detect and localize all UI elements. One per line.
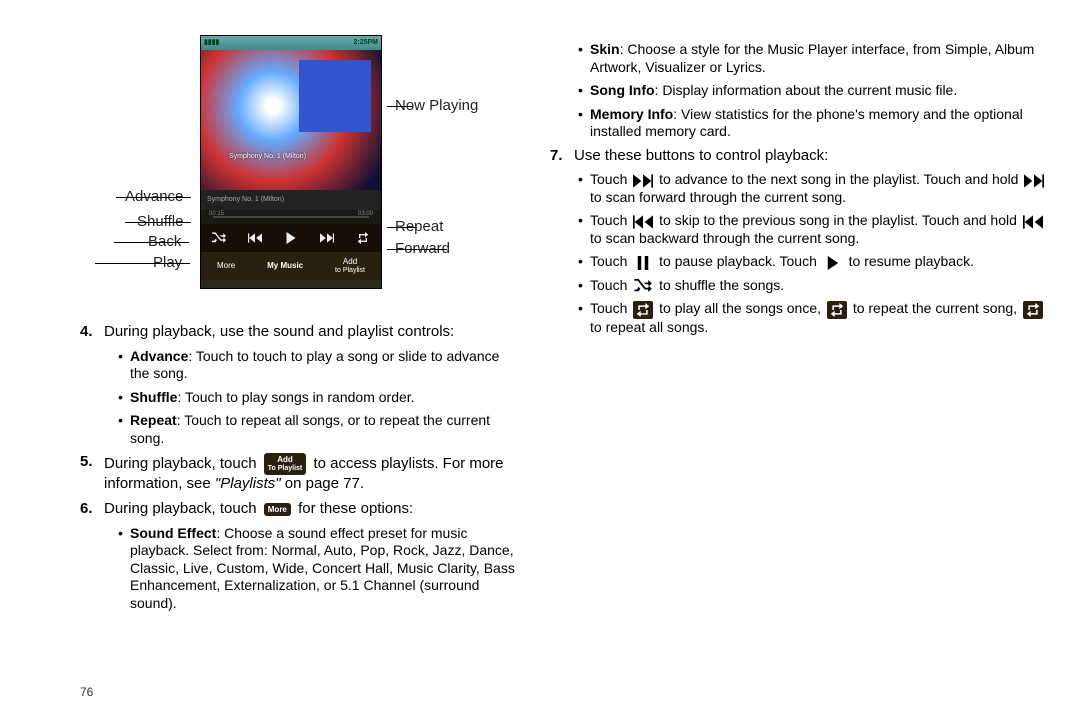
callout-advance: Advance (125, 188, 183, 207)
manual-page: ▮▮▮▮ 2:25PM Symphony No. 1 (Milton) Symp… (0, 0, 1080, 720)
step6-continued-bullets: Skin: Choose a style for the Music Playe… (578, 41, 1050, 141)
pause-icon (633, 256, 653, 270)
phone-screenshot: ▮▮▮▮ 2:25PM Symphony No. 1 (Milton) Symp… (200, 35, 382, 289)
more-button: More (264, 503, 291, 516)
bullet-song-info: Song Info: Display information about the… (578, 82, 1050, 100)
prev-icon (247, 230, 263, 246)
callout-shuffle: Shuffle (137, 213, 183, 232)
play-icon (283, 230, 299, 246)
callout-now-playing: Now Playing (395, 97, 478, 116)
elapsed-time: 00:15 (209, 211, 224, 219)
bullet-shuffle: Shuffle: Touch to play songs in random o… (118, 389, 520, 407)
callout-forward: Forward (395, 240, 450, 259)
repeat-icon (355, 230, 371, 246)
bullet-back-control: Touch to skip to the previous song in th… (578, 212, 1050, 247)
step-7: 7. Use these buttons to control playback… (550, 147, 1050, 166)
next-icon (1024, 174, 1044, 188)
softkeys: More My Music Add to Playlist (201, 252, 381, 280)
softkey-more: More (217, 261, 235, 271)
repeat-all-icon (1023, 301, 1043, 319)
seek-bar: 00:15 03:00 (201, 210, 381, 224)
bullet-advance: Advance: Touch to touch to play a song o… (118, 348, 520, 383)
step-6: 6. During playback, touch More for these… (80, 500, 520, 519)
step4-bullets: Advance: Touch to touch to play a song o… (118, 348, 520, 448)
bullet-pause-control: Touch to pause playback. Touch to resume… (578, 253, 1050, 271)
right-column: Skin: Choose a style for the Music Playe… (540, 0, 1080, 720)
step-number: 6. (80, 500, 104, 519)
phone-statusbar: ▮▮▮▮ 2:25PM (201, 36, 381, 50)
bullet-shuffle-control: Touch to shuffle the songs. (578, 277, 1050, 295)
bullet-repeat: Repeat: Touch to repeat all songs, or to… (118, 412, 520, 447)
album-art-area: Symphony No. 1 (Milton) (201, 50, 381, 190)
playlists-xref: "Playlists" (215, 475, 281, 492)
statusbar-time: 2:25PM (353, 39, 378, 48)
repeat-once-icon (633, 301, 653, 319)
prev-icon (1023, 215, 1043, 229)
bullet-forward-control: Touch to advance to the next song in the… (578, 171, 1050, 206)
step-number: 5. (80, 453, 104, 494)
step-text: Use these buttons to control playback: (574, 147, 1050, 166)
step-text: During playback, touch More for these op… (104, 500, 520, 519)
player-figure: ▮▮▮▮ 2:25PM Symphony No. 1 (Milton) Symp… (95, 35, 535, 305)
total-time: 03:00 (358, 211, 373, 219)
step6-bullets: Sound Effect: Choose a sound effect pres… (118, 525, 520, 613)
step-text: During playback, touch Add To Playlist t… (104, 453, 520, 494)
callout-repeat: Repeat (395, 218, 443, 237)
player-controls (201, 224, 381, 252)
album-title: Symphony No. 1 (Milton) (229, 153, 306, 162)
bullet-skin: Skin: Choose a style for the Music Playe… (578, 41, 1050, 76)
now-playing-thumb (299, 60, 371, 132)
play-icon (823, 256, 843, 270)
bullet-repeat-control: Touch to play all the songs once, to rep… (578, 300, 1050, 336)
shuffle-icon (211, 230, 227, 246)
callout-back: Back (148, 233, 181, 252)
page-number: 76 (80, 685, 93, 700)
statusbar-signal: ▮▮▮▮ (204, 39, 219, 48)
track-info-bar: Symphony No. 1 (Milton) (201, 190, 381, 210)
repeat-one-icon (827, 301, 847, 319)
prev-icon (633, 215, 653, 229)
next-icon (633, 174, 653, 188)
softkey-mymusic: My Music (267, 261, 303, 271)
step-text: During playback, use the sound and playl… (104, 323, 520, 342)
step-5: 5. During playback, touch Add To Playlis… (80, 453, 520, 494)
step-4: 4. During playback, use the sound and pl… (80, 323, 520, 342)
step-number: 7. (550, 147, 574, 166)
left-column: ▮▮▮▮ 2:25PM Symphony No. 1 (Milton) Symp… (0, 0, 540, 720)
shuffle-icon (633, 279, 653, 293)
track-title: Symphony No. 1 (Milton) (207, 196, 284, 205)
step-number: 4. (80, 323, 104, 342)
callout-play: Play (153, 254, 182, 273)
bullet-sound-effect: Sound Effect: Choose a sound effect pres… (118, 525, 520, 613)
softkey-add: Add to Playlist (335, 257, 365, 276)
add-to-playlist-button: Add To Playlist (264, 453, 307, 475)
next-icon (319, 230, 335, 246)
step7-bullets: Touch to advance to the next song in the… (578, 171, 1050, 336)
bullet-memory-info: Memory Info: View statistics for the pho… (578, 106, 1050, 141)
